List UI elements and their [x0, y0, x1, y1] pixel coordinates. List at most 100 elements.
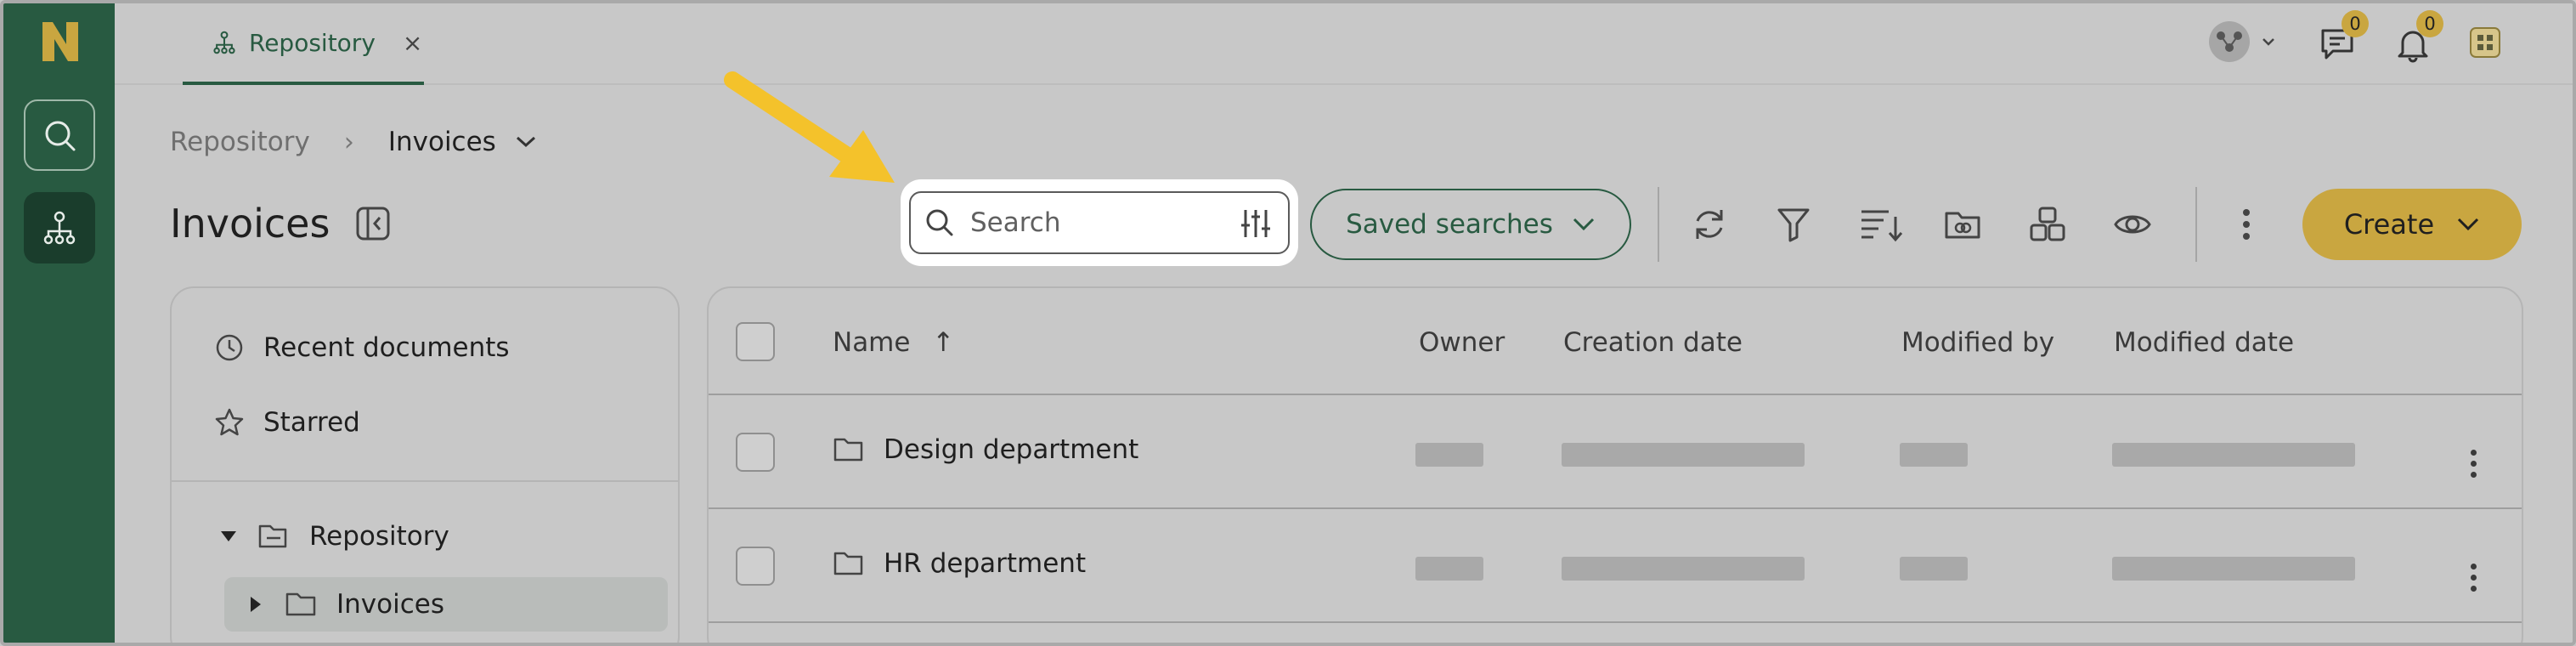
column-header-name[interactable]: Name ↑ [833, 327, 954, 358]
search-placeholder: Search [970, 207, 1061, 238]
tree-label: Repository [309, 521, 449, 552]
column-name-label: Name [833, 327, 911, 358]
tab-close-icon[interactable]: × [403, 29, 422, 57]
sitemap-icon [43, 211, 76, 245]
sort-icon [1861, 210, 1903, 242]
owner-placeholder [1415, 557, 1483, 581]
filter-icon [1777, 208, 1810, 242]
folder-link-icon [1945, 212, 1980, 239]
breadcrumb-current[interactable]: Invoices [388, 127, 537, 157]
row-checkbox[interactable] [736, 547, 775, 586]
tab-repository[interactable]: Repository × [183, 3, 424, 85]
app-logo [42, 22, 78, 61]
top-bar: Repository × 0 0 [115, 3, 2573, 85]
messages-button[interactable]: 0 [2319, 10, 2369, 66]
column-header-owner[interactable]: Owner [1419, 327, 1505, 358]
modified-by-placeholder [1900, 443, 1968, 467]
notifications-button[interactable]: 0 [2394, 10, 2443, 66]
navigation-panel: Recent documents Starred Repository Invo… [170, 286, 680, 643]
caret-right-icon[interactable] [246, 595, 265, 614]
saved-searches-button[interactable]: Saved searches [1310, 189, 1631, 260]
breadcrumb-current-label: Invoices [387, 127, 496, 157]
sort-button[interactable] [1857, 204, 1905, 245]
search-icon [45, 121, 76, 151]
creation-date-placeholder [1562, 443, 1805, 467]
search-highlight: Search [901, 179, 1298, 266]
nav-starred-label: Starred [263, 407, 360, 438]
folder-icon [285, 592, 316, 616]
clock-icon [216, 334, 243, 361]
tree-label: Invoices [336, 589, 444, 620]
chevron-down-icon [1573, 218, 1594, 231]
create-label: Create [2343, 208, 2435, 241]
saved-searches-label: Saved searches [1346, 209, 1553, 240]
modified-date-placeholder [2112, 557, 2355, 581]
refresh-icon [1696, 210, 1723, 239]
rail-repository-button[interactable] [24, 192, 95, 264]
nav-recent-label: Recent documents [263, 332, 510, 363]
row-name-cell[interactable]: HR department [833, 548, 1086, 579]
folder-icon [833, 552, 863, 575]
messages-badge: 0 [2342, 10, 2369, 37]
rail-search-button[interactable] [24, 99, 95, 171]
creation-date-placeholder [1562, 557, 1805, 581]
table-row[interactable]: Design department [709, 395, 2522, 509]
modified-date-placeholder [2112, 443, 2355, 467]
search-input[interactable]: Search [909, 191, 1290, 254]
nav-divider [172, 480, 678, 482]
kebab-menu-icon [2243, 209, 2250, 240]
select-all-checkbox[interactable] [736, 322, 775, 361]
apps-button[interactable] [2468, 26, 2502, 63]
workspace-avatar-icon [2209, 21, 2274, 62]
page-title: Invoices [170, 201, 391, 246]
workspace-switcher[interactable] [2206, 20, 2277, 66]
shapes-icon [2030, 207, 2065, 241]
app-window: Repository × 0 0 Repository › Invoices I… [0, 0, 2576, 646]
star-icon [215, 408, 244, 436]
refresh-button[interactable] [1689, 204, 1730, 245]
tree-item-invoices[interactable]: Invoices [246, 589, 444, 620]
nav-starred[interactable]: Starred [214, 407, 360, 438]
chevron-down-icon [516, 136, 535, 148]
breadcrumb-root[interactable]: Repository [170, 127, 310, 157]
search-filters-icon[interactable] [1239, 207, 1273, 241]
owner-placeholder [1415, 443, 1483, 467]
linked-folder-button[interactable] [1942, 204, 1983, 245]
annotation-arrow-icon [724, 71, 895, 183]
table-row[interactable]: HR department [709, 509, 2522, 623]
toolbar-divider [1658, 187, 1659, 262]
layout-button[interactable] [2027, 204, 2068, 245]
sitemap-icon [213, 31, 235, 54]
column-header-creation-date[interactable]: Creation date [1563, 327, 1743, 358]
caret-down-icon[interactable] [219, 527, 238, 546]
search-icon [926, 209, 953, 236]
breadcrumb-separator: › [343, 127, 354, 157]
page-title-text: Invoices [170, 201, 330, 246]
row-name: HR department [884, 548, 1087, 579]
sort-ascending-icon: ↑ [932, 327, 955, 358]
left-rail [3, 3, 115, 643]
nav-recent-documents[interactable]: Recent documents [214, 332, 510, 363]
breadcrumb: Repository › Invoices [170, 127, 537, 157]
column-header-modified-by[interactable]: Modified by [1901, 327, 2054, 358]
more-actions-button[interactable] [2226, 204, 2267, 245]
create-button[interactable]: Create [2302, 189, 2522, 260]
notifications-badge: 0 [2416, 10, 2443, 37]
row-actions-kebab-icon[interactable] [2471, 564, 2477, 592]
tab-label: Repository [249, 28, 376, 57]
eye-icon [2114, 215, 2151, 234]
filter-button[interactable] [1773, 204, 1814, 245]
tree-item-repository[interactable]: Repository [219, 521, 449, 552]
folder-open-icon [258, 524, 287, 548]
collapse-panel-icon[interactable] [355, 206, 391, 241]
row-actions-kebab-icon[interactable] [2471, 450, 2477, 478]
apps-grid-icon [2470, 27, 2500, 58]
documents-table: Name ↑ Owner Creation date Modified by M… [707, 286, 2523, 643]
modified-by-placeholder [1900, 557, 1968, 581]
preview-button[interactable] [2112, 204, 2153, 245]
column-header-modified-date[interactable]: Modified date [2114, 327, 2294, 358]
chevron-down-icon [2458, 218, 2479, 231]
row-checkbox[interactable] [736, 433, 775, 472]
row-name-cell[interactable]: Design department [833, 434, 1138, 465]
table-header: Name ↑ Owner Creation date Modified by M… [709, 288, 2522, 395]
